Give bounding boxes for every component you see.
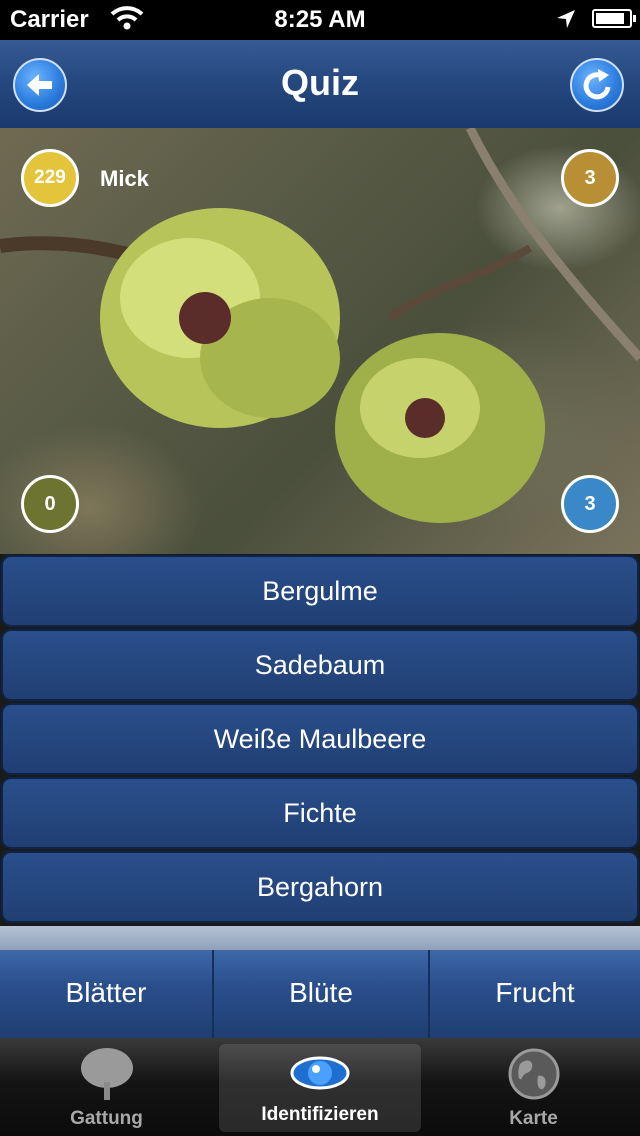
status-bar: Carrier 8:25 AM (0, 0, 640, 40)
category-button-blossom[interactable]: Blüte (214, 950, 430, 1038)
refresh-button[interactable] (570, 58, 624, 112)
tab-label: Karte (509, 1108, 558, 1129)
answer-option[interactable]: Fichte (1, 777, 639, 849)
flower-branch-image (0, 128, 640, 523)
wrong-count-badge: 0 (21, 475, 79, 533)
quiz-photo: 229 Mick 3 0 3 (0, 128, 640, 554)
top-right-count-badge: 3 (561, 149, 619, 207)
tab-gattung[interactable]: Gattung (0, 1038, 213, 1136)
divider (0, 926, 640, 950)
location-arrow-icon (555, 8, 577, 35)
answer-option[interactable]: Sadebaum (1, 629, 639, 701)
player-name: Mick (100, 166, 149, 191)
eye-icon (288, 1048, 352, 1104)
correct-count-badge: 3 (561, 475, 619, 533)
battery-icon (592, 9, 636, 28)
navigation-bar: Quiz (0, 40, 640, 129)
answer-list: Bergulme Sadebaum Weiße Maulbeere Fichte… (0, 554, 640, 926)
category-button-fruit[interactable]: Frucht (430, 950, 640, 1038)
tab-bar: Gattung Identifizieren Karte (0, 1038, 640, 1136)
answer-option[interactable]: Bergahorn (1, 851, 639, 923)
score-badge: 229 (21, 149, 79, 207)
tab-identifizieren[interactable]: Identifizieren (219, 1044, 421, 1132)
tab-karte[interactable]: Karte (427, 1038, 640, 1136)
tree-icon (75, 1046, 139, 1108)
globe-icon (506, 1046, 562, 1108)
page-title: Quiz (281, 62, 359, 103)
answer-option[interactable]: Weiße Maulbeere (1, 703, 639, 775)
tab-label: Gattung (70, 1108, 143, 1129)
answer-option[interactable]: Bergulme (1, 555, 639, 627)
refresh-icon (583, 69, 611, 100)
category-button-leaves[interactable]: Blätter (0, 950, 214, 1038)
tab-label: Identifizieren (261, 1104, 379, 1125)
clock: 8:25 AM (274, 6, 366, 33)
